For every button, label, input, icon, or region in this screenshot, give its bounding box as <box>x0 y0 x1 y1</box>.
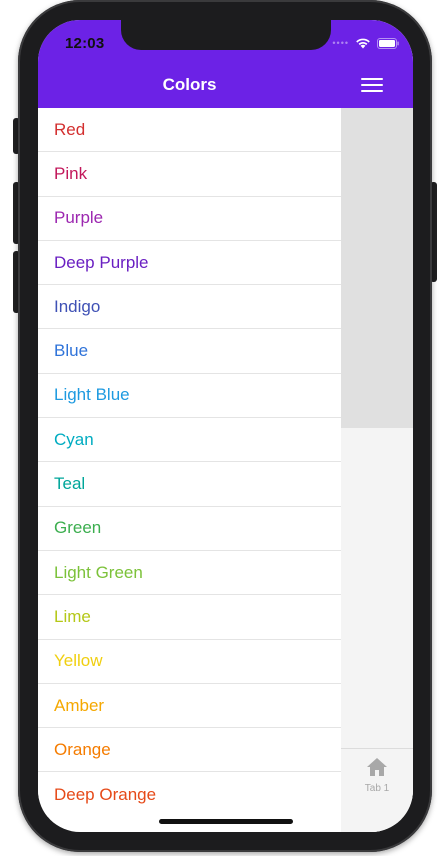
side-panel: Tab 1 <box>341 20 413 832</box>
list-item[interactable]: Light Green <box>38 550 341 596</box>
list-item[interactable]: Deep Orange <box>38 772 341 817</box>
list-item-label: Deep Orange <box>54 784 157 804</box>
tab-1[interactable]: Tab 1 <box>341 755 413 794</box>
tab-bar: Tab 1 <box>341 748 413 832</box>
hamburger-menu-icon[interactable] <box>361 78 383 94</box>
list-item[interactable]: Light Blue <box>38 373 341 419</box>
battery-icon <box>377 37 399 49</box>
list-item-label: Deep Purple <box>54 252 149 272</box>
tab-1-label: Tab 1 <box>364 783 390 794</box>
list-item[interactable]: Red <box>38 108 341 153</box>
list-item[interactable]: Indigo <box>38 285 341 330</box>
list-item[interactable]: Deep Purple <box>38 240 341 286</box>
color-list: Red Pink Purple Deep Purple Indigo Blue Light … <box>38 108 341 817</box>
home-indicator <box>159 819 293 824</box>
signal-dots-icon: •••• <box>332 38 349 48</box>
list-item-label: Pink <box>54 163 88 183</box>
side-panel-header <box>341 20 413 108</box>
list-item[interactable]: Cyan <box>38 418 341 463</box>
page-title: Colors <box>162 75 217 94</box>
side-panel-overlay <box>341 108 413 428</box>
list-item-label: Purple <box>54 208 104 228</box>
wifi-icon <box>356 38 370 49</box>
status-time: 12:03 <box>65 35 105 52</box>
list-item[interactable]: Amber <box>38 683 341 729</box>
screen: 12:03 Colors Red Pink Purple Deep Purple Ind… <box>38 20 413 832</box>
list-item-label: Indigo <box>54 296 101 316</box>
list-item-label: Amber <box>54 695 105 715</box>
list-item-label: Light Green <box>54 562 143 582</box>
list-item-label: Blue <box>54 341 89 361</box>
list-item-label: Yellow <box>54 651 103 671</box>
list-item[interactable]: Purple <box>38 196 341 241</box>
list-item[interactable]: Green <box>38 506 341 551</box>
home-icon <box>367 758 387 776</box>
list-item[interactable]: Orange <box>38 728 341 773</box>
list-item[interactable]: Blue <box>38 329 341 374</box>
list-item[interactable]: Yellow <box>38 639 341 684</box>
list-item-label: Light Blue <box>54 385 130 405</box>
list-item[interactable]: Teal <box>38 462 341 507</box>
list-item-label: Lime <box>54 606 91 626</box>
list-item-label: Cyan <box>54 429 94 449</box>
list-item-label: Green <box>54 518 102 538</box>
list-item-label: Red <box>54 119 86 139</box>
list-item[interactable]: Lime <box>38 595 341 640</box>
device-notch <box>121 20 331 50</box>
list-item-label: Teal <box>54 474 86 494</box>
list-item[interactable]: Pink <box>38 152 341 197</box>
status-icons: •••• <box>332 37 399 49</box>
list-item-label: Orange <box>54 739 111 759</box>
